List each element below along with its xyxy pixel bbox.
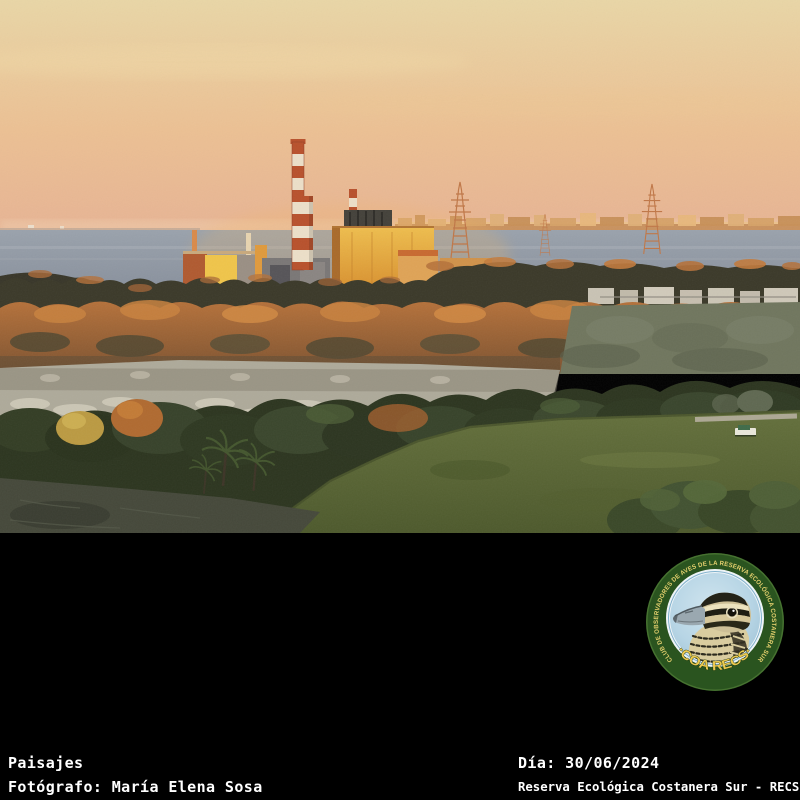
grain-overlay — [0, 0, 800, 533]
caption-right-column: Día: 30/06/2024 Reserva Ecológica Costan… — [518, 751, 799, 800]
duck-eye — [728, 609, 736, 617]
photo-category-label: Paisajes — [8, 751, 263, 775]
date-label: Día: 30/06/2024 — [518, 751, 799, 775]
landscape-photo — [0, 0, 800, 533]
photographer-label: Fotógrafo: María Elena Sosa — [8, 775, 263, 799]
caption-left-column: Paisajes Fotógrafo: María Elena Sosa — [8, 751, 263, 799]
photo-card: CLUB DE OBSERVADORES DE AVES DE LA RESER… — [0, 0, 800, 800]
coa-recs-logo-svg: CLUB DE OBSERVADORES DE AVES DE LA RESER… — [645, 552, 785, 692]
landscape-photo-svg — [0, 0, 800, 533]
reserve-name-label: Reserva Ecológica Costanera Sur - RECS — [518, 775, 799, 800]
coa-recs-logo: CLUB DE OBSERVADORES DE AVES DE LA RESER… — [645, 552, 785, 692]
